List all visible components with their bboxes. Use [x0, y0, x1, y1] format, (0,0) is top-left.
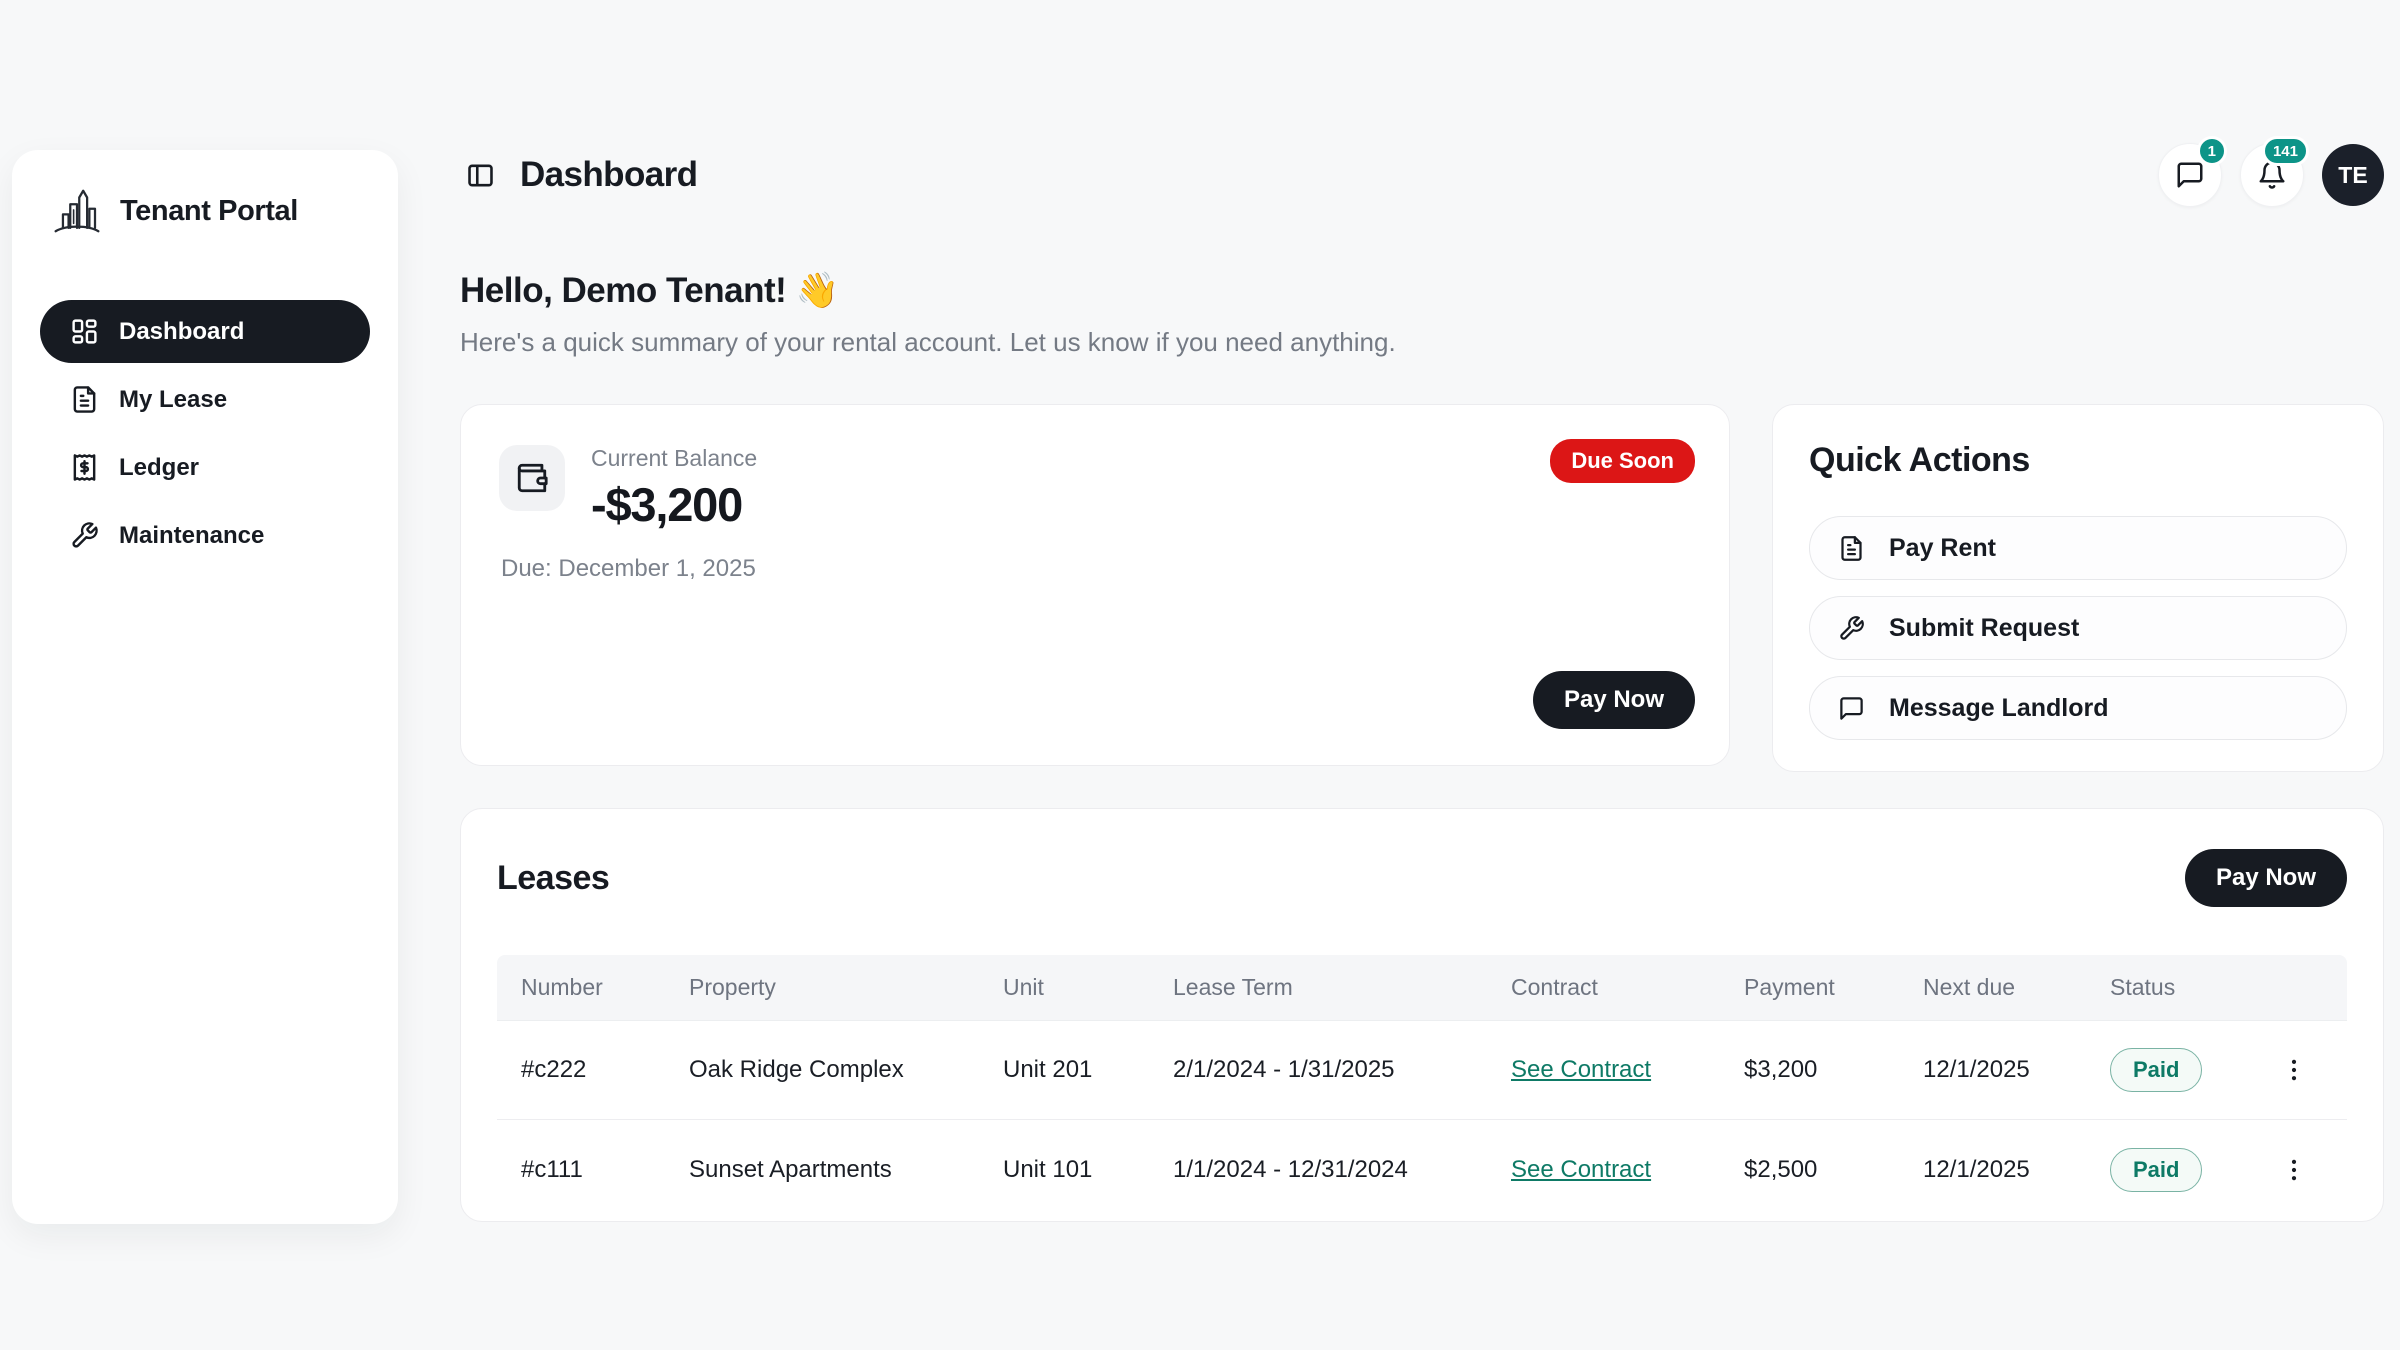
- row-menu-button[interactable]: [2274, 1050, 2314, 1090]
- receipt-dollar-icon: [70, 453, 99, 482]
- balance-label: Current Balance: [591, 445, 757, 472]
- avatar[interactable]: TE: [2322, 144, 2384, 206]
- column-header-lease-term: Lease Term: [1173, 974, 1511, 1001]
- lease-unit: Unit 201: [1003, 1056, 1173, 1084]
- messages-count-badge: 1: [2197, 136, 2227, 166]
- balance-card: Current Balance -$3,200 Due Soon Due: De…: [460, 404, 1730, 766]
- action-label: Message Landlord: [1889, 694, 2109, 723]
- leases-table: Number Property Unit Lease Term Contract…: [497, 955, 2347, 1219]
- panel-left-icon: [465, 160, 496, 191]
- quick-actions-title: Quick Actions: [1809, 441, 2347, 480]
- lease-property: Oak Ridge Complex: [689, 1056, 1003, 1084]
- sidebar-item-ledger[interactable]: Ledger: [40, 436, 370, 499]
- leases-header: Leases Pay Now: [497, 849, 2347, 907]
- more-vertical-icon: [2280, 1056, 2308, 1084]
- leases-title: Leases: [497, 859, 609, 898]
- more-vertical-icon: [2280, 1156, 2308, 1184]
- balance-figures: Current Balance -$3,200: [591, 445, 757, 532]
- document-icon: [1838, 535, 1865, 562]
- document-icon: [70, 385, 99, 414]
- sidebar-item-label: Dashboard: [119, 318, 244, 346]
- table-row: #c222 Oak Ridge Complex Unit 201 2/1/202…: [497, 1021, 2347, 1120]
- notifications-count-badge: 141: [2262, 136, 2309, 166]
- notifications-button[interactable]: 141: [2240, 143, 2304, 207]
- balance-head: Current Balance -$3,200: [499, 445, 1691, 532]
- lease-property: Sunset Apartments: [689, 1156, 1003, 1184]
- sidebar-item-label: Maintenance: [119, 522, 264, 550]
- sidebar-nav: Dashboard My Lease Ledger Maintenance: [40, 300, 370, 567]
- status-badge: Paid: [2110, 1148, 2202, 1192]
- chat-bubble-icon: [2175, 160, 2205, 190]
- leases-pay-now-button[interactable]: Pay Now: [2185, 849, 2347, 907]
- wallet-icon: [515, 461, 549, 495]
- main-content: Dashboard 1 141 TE Hello, Demo Tenant! 👋…: [460, 142, 2384, 1222]
- column-header-contract: Contract: [1511, 974, 1744, 1001]
- due-soon-badge: Due Soon: [1550, 439, 1695, 483]
- leases-card: Leases Pay Now Number Property Unit Leas…: [460, 808, 2384, 1222]
- action-label: Pay Rent: [1889, 534, 1996, 563]
- sidebar-item-maintenance[interactable]: Maintenance: [40, 504, 370, 567]
- chat-bubble-icon: [1838, 695, 1865, 722]
- lease-next-due: 12/1/2025: [1923, 1056, 2110, 1084]
- lease-number: #c222: [497, 1056, 689, 1084]
- topbar-actions: 1 141 TE: [2158, 143, 2384, 207]
- column-header-property: Property: [689, 974, 1003, 1001]
- lease-number: #c111: [497, 1156, 689, 1184]
- status-badge: Paid: [2110, 1048, 2202, 1092]
- dashboard-grid-icon: [70, 317, 99, 346]
- quick-actions-card: Quick Actions Pay Rent Submit Request Me…: [1772, 404, 2384, 772]
- messages-button[interactable]: 1: [2158, 143, 2222, 207]
- sidebar: Tenant Portal Dashboard My Lease Ledger: [12, 150, 398, 1224]
- city-skyline-icon: [50, 184, 104, 238]
- column-header-number: Number: [497, 974, 689, 1001]
- wrench-icon: [70, 521, 99, 550]
- lease-term: 1/1/2024 - 12/31/2024: [1173, 1156, 1511, 1184]
- app-logo: Tenant Portal: [12, 150, 398, 238]
- column-header-payment: Payment: [1744, 974, 1923, 1001]
- row-menu-button[interactable]: [2274, 1150, 2314, 1190]
- sidebar-toggle-button[interactable]: [460, 155, 500, 195]
- message-landlord-button[interactable]: Message Landlord: [1809, 676, 2347, 740]
- lease-term: 2/1/2024 - 1/31/2025: [1173, 1056, 1511, 1084]
- greeting-title: Hello, Demo Tenant! 👋: [460, 270, 2384, 311]
- column-header-status: Status: [2110, 974, 2240, 1001]
- summary-cards: Current Balance -$3,200 Due Soon Due: De…: [460, 404, 2384, 772]
- column-header-next-due: Next due: [1923, 974, 2110, 1001]
- app-title: Tenant Portal: [120, 195, 298, 228]
- pay-rent-button[interactable]: Pay Rent: [1809, 516, 2347, 580]
- submit-request-button[interactable]: Submit Request: [1809, 596, 2347, 660]
- topbar: Dashboard 1 141 TE: [460, 142, 2384, 208]
- lease-unit: Unit 101: [1003, 1156, 1173, 1184]
- action-label: Submit Request: [1889, 614, 2079, 643]
- leases-table-header: Number Property Unit Lease Term Contract…: [497, 955, 2347, 1021]
- see-contract-link[interactable]: See Contract: [1511, 1056, 1651, 1083]
- table-row: #c111 Sunset Apartments Unit 101 1/1/202…: [497, 1120, 2347, 1219]
- column-header-unit: Unit: [1003, 974, 1173, 1001]
- pay-now-button[interactable]: Pay Now: [1533, 671, 1695, 729]
- greeting-subtitle: Here's a quick summary of your rental ac…: [460, 327, 2384, 358]
- lease-next-due: 12/1/2025: [1923, 1156, 2110, 1184]
- wrench-icon: [1838, 615, 1865, 642]
- sidebar-item-my-lease[interactable]: My Lease: [40, 368, 370, 431]
- wallet-icon-tile: [499, 445, 565, 511]
- page-title: Dashboard: [520, 155, 697, 195]
- lease-payment: $2,500: [1744, 1156, 1923, 1184]
- balance-amount: -$3,200: [591, 477, 757, 532]
- lease-payment: $3,200: [1744, 1056, 1923, 1084]
- see-contract-link[interactable]: See Contract: [1511, 1156, 1651, 1183]
- sidebar-item-dashboard[interactable]: Dashboard: [40, 300, 370, 363]
- sidebar-item-label: Ledger: [119, 454, 199, 482]
- due-date-text: Due: December 1, 2025: [501, 555, 756, 583]
- sidebar-item-label: My Lease: [119, 386, 227, 414]
